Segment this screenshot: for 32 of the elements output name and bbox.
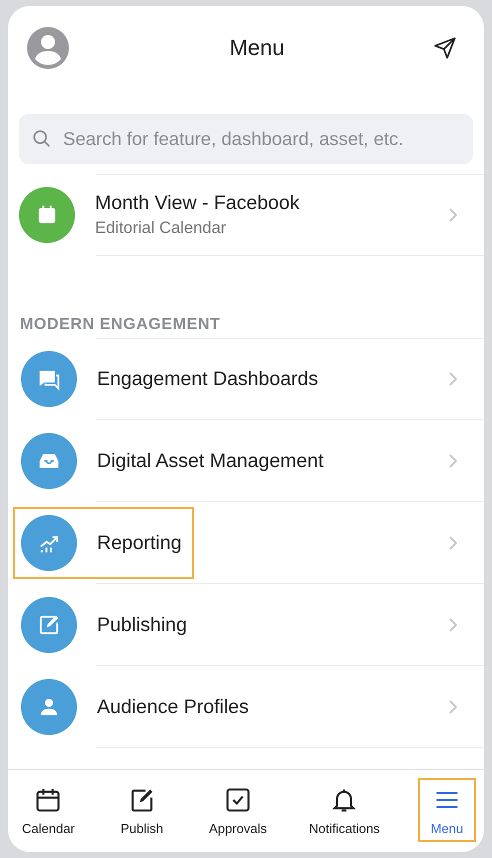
send-icon[interactable] bbox=[432, 35, 458, 61]
item-title: Month View - Facebook bbox=[95, 192, 300, 215]
menu-item[interactable]: Publishing bbox=[8, 584, 484, 666]
menu-item[interactable]: Reporting bbox=[8, 502, 484, 584]
chevron-icon bbox=[448, 617, 458, 633]
item-title: Engagement Dashboards bbox=[97, 368, 318, 390]
checkbox-icon bbox=[224, 786, 252, 814]
tab[interactable]: Menu bbox=[418, 778, 476, 842]
chevron-icon bbox=[448, 371, 458, 387]
avatar-icon[interactable] bbox=[26, 26, 70, 70]
item-subtitle: Editorial Calendar bbox=[95, 219, 228, 238]
tab[interactable]: Calendar bbox=[18, 778, 79, 842]
menu-item[interactable]: Audience Profiles bbox=[8, 666, 484, 748]
menu-item[interactable]: Engagement Dashboards bbox=[8, 338, 484, 420]
screen-title: Menu bbox=[229, 35, 285, 61]
chevron-icon bbox=[448, 207, 458, 223]
chevron-icon bbox=[448, 535, 458, 551]
chevron-icon bbox=[448, 453, 458, 469]
chevron-icon bbox=[448, 699, 458, 715]
tab[interactable]: Publish bbox=[112, 778, 171, 842]
item-title: Audience Profiles bbox=[97, 696, 249, 718]
item-title: Publishing bbox=[97, 614, 187, 636]
item-title: Reporting bbox=[97, 532, 182, 554]
menu-item[interactable]: Month View - Facebook Editorial Calendar bbox=[8, 174, 484, 256]
calendar-icon bbox=[34, 786, 62, 814]
tab[interactable]: Approvals bbox=[205, 778, 271, 842]
menu-item[interactable]: Digital Asset Management bbox=[8, 420, 484, 502]
item-title: Digital Asset Management bbox=[97, 450, 324, 472]
search-field[interactable]: Search for feature, dashboard, asset, etc. bbox=[19, 114, 473, 164]
tab[interactable]: Notifications bbox=[305, 778, 384, 842]
search-icon bbox=[31, 128, 53, 150]
section-heading: MODERN ENGAGEMENT bbox=[20, 316, 222, 334]
